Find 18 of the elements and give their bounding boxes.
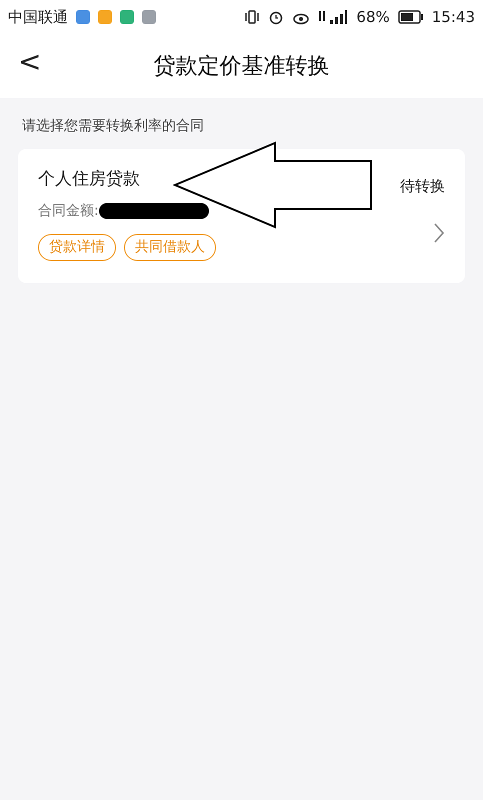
page-title: 贷款定价基准转换	[154, 52, 330, 80]
battery-icon	[398, 10, 424, 24]
amount-label: 合同金额:	[38, 202, 99, 220]
notification-icon	[76, 10, 90, 24]
carrier-name: 中国联通	[8, 6, 68, 28]
notification-icon	[142, 10, 156, 24]
vibrate-icon	[244, 9, 260, 25]
contract-name: 个人住房贷款	[38, 168, 141, 191]
chevron-right-icon	[433, 222, 445, 244]
clock-time: 15:43	[432, 6, 475, 28]
prompt-text: 请选择您需要转换利率的合同	[21, 117, 205, 136]
back-button[interactable]: <	[14, 48, 46, 76]
battery-percent: 68%	[356, 6, 390, 28]
signal-icon	[318, 9, 348, 25]
notification-icon	[120, 10, 134, 24]
status-text: 待转换	[400, 176, 445, 197]
notification-icon	[98, 10, 112, 24]
alarm-icon	[268, 9, 284, 25]
